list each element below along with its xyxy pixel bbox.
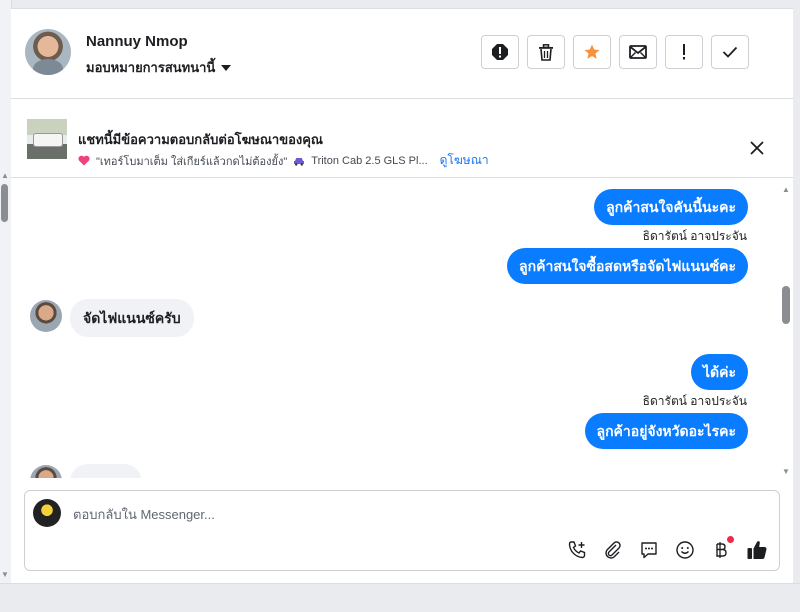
contact-avatar[interactable] [25,29,71,75]
mark-unread-button[interactable] [619,35,657,69]
outgoing-message[interactable]: ลูกค้าสนใจคันนี้นะคะ [594,189,748,225]
ad-reply-banner: แชทนี้มีข้อความตอบกลับต่อโฆษณาของคุณ "เท… [11,99,793,178]
reply-input[interactable] [71,503,755,525]
call-button[interactable] [566,539,588,561]
ad-vehicle: Triton Cab 2.5 GLS Pl... [311,154,428,167]
trash-icon [539,43,553,61]
payment-button[interactable] [710,536,734,561]
mark-done-button[interactable] [711,35,749,69]
car-icon [294,157,305,166]
star-icon [584,44,600,59]
contact-avatar-small[interactable] [30,300,62,332]
right-edge [793,0,800,583]
report-spam-button[interactable] [481,35,519,69]
header-actions [481,35,749,69]
ad-thumbnail[interactable] [27,119,67,159]
close-icon [750,141,764,155]
caret-down-icon [221,65,232,71]
sender-name-note: ธิดารัตน์ อาจประจัน [642,394,747,408]
follow-up-button[interactable] [665,35,703,69]
scroll-up-arrow-icon[interactable]: ▲ [1,172,9,180]
left-scrollbar-thumb[interactable] [1,184,8,222]
conversation-panel: Nannuy Nmop มอบหมายการสนทนานี้ แชทนี้มีข… [11,8,793,584]
ad-quote: "เทอร์โบมาเต็ม ใส่เกียร์แล้วกดไม่ต้องยั้… [96,155,288,168]
page-avatar [33,499,61,527]
report-icon [492,44,508,60]
outgoing-message[interactable]: ลูกค้าสนใจซื้อสดหรือจัดไฟแนนซ์คะ [507,248,748,284]
chat-bubble-icon [641,542,657,559]
outgoing-message[interactable]: ได้ค่ะ [690,354,748,390]
composer-tools [566,536,768,561]
baht-icon [716,542,727,558]
thread-scrollbar[interactable] [781,178,793,478]
checkmark-icon [722,46,738,58]
ad-banner-details: "เทอร์โบมาเต็ม ใส่เกียร์แล้วกดไม่ต้องยั้… [78,151,489,170]
delete-button[interactable] [527,35,565,69]
smiley-icon [676,541,694,559]
heart-icon [78,155,90,166]
outgoing-message[interactable]: ลูกค้าอยู่จังหวัดอะไรคะ [584,413,748,449]
sender-name-note: ธิดารัตน์ อาจประจัน [642,229,747,243]
assign-conversation-label: มอบหมายการสนทนานี้ [86,60,216,75]
envelope-icon [629,45,647,59]
view-ad-link[interactable]: ดูโฆษณา [440,151,489,170]
message-thread[interactable]: ลูกค้าสนใจคันนี้นะคะ ธิดารัตน์ อาจประจัน… [11,178,781,478]
thumbs-up-icon [747,541,767,559]
conversation-header: Nannuy Nmop มอบหมายการสนทนานี้ [11,9,793,99]
exclamation-icon [683,44,685,60]
reply-composer [24,490,780,571]
notification-dot [727,536,734,543]
send-like-button[interactable] [746,539,768,561]
bottom-bar [0,583,800,612]
emoji-button[interactable] [674,539,696,561]
contact-name[interactable]: Nannuy Nmop [86,33,188,50]
close-ad-banner-button[interactable] [745,136,769,160]
phone-plus-icon [568,541,586,559]
saved-replies-button[interactable] [638,539,660,561]
incoming-message-partial[interactable] [70,464,142,478]
thread-scroll-up-icon[interactable]: ▲ [782,185,790,194]
contact-avatar-small[interactable] [30,465,62,478]
thread-scrollbar-thumb[interactable] [782,286,790,324]
thread-scroll-down-icon[interactable]: ▼ [782,467,790,476]
attach-file-button[interactable] [602,539,624,561]
ad-banner-title: แชทนี้มีข้อความตอบกลับต่อโฆษณาของคุณ [78,132,323,147]
star-button[interactable] [573,35,611,69]
scroll-down-arrow-icon[interactable]: ▼ [1,571,9,579]
paperclip-icon [605,541,621,559]
assign-conversation-dropdown[interactable]: มอบหมายการสนทนานี้ [86,57,232,78]
incoming-message[interactable]: จัดไฟแนนซ์ครับ [70,299,194,337]
